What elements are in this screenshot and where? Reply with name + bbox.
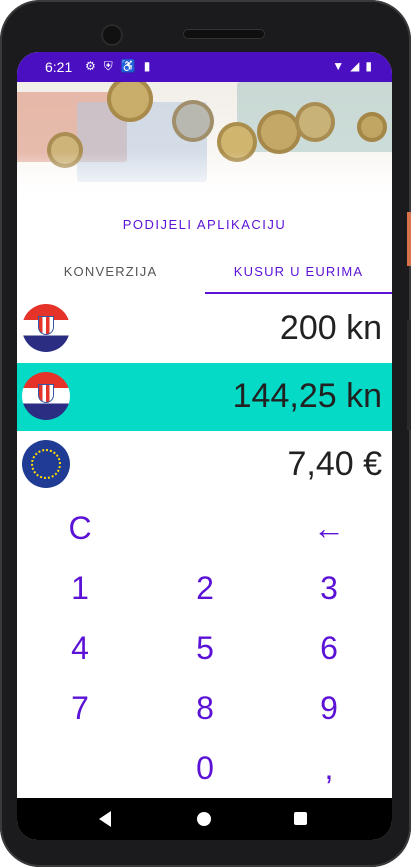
currency-row-eur-change[interactable]: 7,40 € (17, 431, 392, 499)
tab-kusur-u-eurima[interactable]: KUSUR U EURIMA (205, 257, 392, 297)
shield-icon: ⛨ (103, 59, 121, 73)
gear-icon: ⚙ (85, 59, 104, 73)
key-7[interactable]: 7 (40, 690, 120, 727)
key-9[interactable]: 9 (289, 690, 369, 727)
tab-konverzija[interactable]: KONVERZIJA (17, 257, 204, 297)
status-left-icons: ⚙⛨♿▮ (85, 59, 158, 74)
wifi-icon: ▼ (332, 59, 351, 73)
earpiece-speaker (184, 30, 264, 38)
backspace-button[interactable]: ← (289, 510, 369, 547)
amount-value: 144,25 kn (232, 377, 382, 415)
volume-button (407, 320, 411, 430)
status-right-icons: ▼◢▮ (332, 59, 378, 73)
amount-value: 7,40 € (287, 445, 382, 483)
power-button (407, 212, 411, 266)
phone-frame: 6:21 ⚙⛨♿▮ ▼◢▮ PODIJELI APLIKACIJU KONVER… (0, 0, 411, 867)
key-comma[interactable]: , (289, 750, 369, 787)
croatia-flag-icon (22, 304, 70, 352)
key-2[interactable]: 2 (165, 570, 245, 607)
share-app-link[interactable]: PODIJELI APLIKACIJU (17, 217, 392, 232)
signal-icon: ◢ (350, 59, 366, 73)
coin (257, 110, 301, 154)
key-4[interactable]: 4 (40, 630, 120, 667)
key-3[interactable]: 3 (289, 570, 369, 607)
app-screen: 6:21 ⚙⛨♿▮ ▼◢▮ PODIJELI APLIKACIJU KONVER… (17, 52, 392, 840)
currency-row-hrk-change[interactable]: 144,25 kn (17, 363, 392, 431)
recents-icon[interactable] (294, 812, 307, 825)
coin (357, 112, 387, 142)
key-5[interactable]: 5 (165, 630, 245, 667)
status-time: 6:21 (45, 59, 73, 75)
back-icon[interactable] (99, 811, 111, 827)
accessibility-icon: ♿ (120, 59, 144, 73)
clear-button[interactable]: C (40, 510, 120, 547)
front-camera (103, 26, 121, 44)
home-icon[interactable] (197, 812, 211, 826)
croatia-flag-icon (22, 372, 70, 420)
battery-icon: ▮ (365, 59, 378, 73)
sd-card-icon: ▮ (143, 59, 159, 73)
tab-selected-indicator (205, 292, 392, 294)
amount-value: 200 kn (279, 309, 382, 347)
status-bar: 6:21 ⚙⛨♿▮ ▼◢▮ (17, 52, 392, 82)
tab-bar: KONVERZIJA KUSUR U EURIMA (17, 257, 392, 297)
system-nav-bar (17, 798, 392, 840)
key-0[interactable]: 0 (165, 750, 245, 787)
key-8[interactable]: 8 (165, 690, 245, 727)
eu-flag-icon (22, 440, 70, 488)
header-money-image (17, 82, 392, 202)
currency-row-hrk-paid[interactable]: 200 kn (17, 295, 392, 363)
key-6[interactable]: 6 (289, 630, 369, 667)
coin (172, 100, 214, 142)
key-1[interactable]: 1 (40, 570, 120, 607)
coin (295, 102, 335, 142)
